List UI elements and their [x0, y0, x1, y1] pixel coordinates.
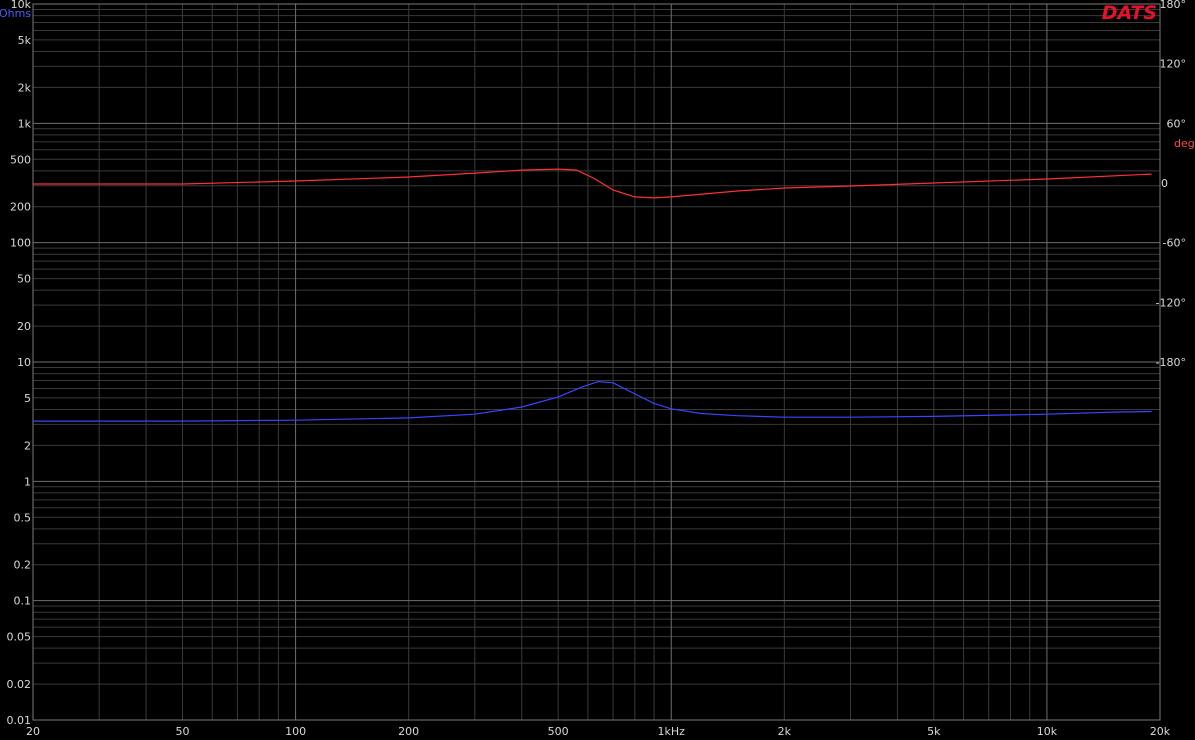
- plot-background: [0, 0, 1195, 740]
- y-left-tick-label: 0.5: [14, 511, 32, 524]
- x-tick-label: 10k: [1037, 725, 1058, 738]
- y-left-tick-label: 0.2: [14, 559, 32, 572]
- left-axis-unit-label: Ohms: [0, 7, 31, 20]
- y-right-tick-label: 0: [1161, 177, 1168, 190]
- x-tick-label: 200: [398, 725, 419, 738]
- x-tick-label: 20: [26, 725, 40, 738]
- y-left-tick-label: 0.05: [7, 631, 32, 644]
- y-left-tick-label: 0.02: [7, 678, 32, 691]
- x-tick-label: 2k: [778, 725, 792, 738]
- x-tick-label: 50: [175, 725, 189, 738]
- y-left-tick-label: 500: [10, 153, 31, 166]
- x-tick-label: 1kHz: [658, 725, 686, 738]
- y-left-tick-label: 50: [17, 273, 31, 286]
- y-right-tick-label: -180°: [1156, 356, 1186, 369]
- y-right-tick-label: 120°: [1160, 58, 1187, 71]
- y-right-tick-label: 180°: [1160, 0, 1187, 11]
- y-right-tick-label: -120°: [1156, 296, 1186, 309]
- dats-brand-logo: DATS: [1102, 2, 1157, 24]
- y-left-tick-label: 1k: [18, 117, 32, 130]
- impedance-phase-chart: 0.010.020.050.10.20.51251020501002005001…: [0, 0, 1195, 740]
- y-left-tick-label: 100: [10, 237, 31, 250]
- y-left-tick-label: 2: [24, 439, 31, 452]
- y-left-tick-label: 0.1: [14, 595, 32, 608]
- x-tick-label: 500: [548, 725, 569, 738]
- x-tick-label: 20k: [1150, 725, 1171, 738]
- y-right-tick-label: -60°: [1163, 237, 1186, 250]
- y-left-tick-label: 2k: [18, 81, 32, 94]
- y-left-tick-label: 5: [24, 392, 31, 405]
- right-axis-unit-label: deg: [1174, 137, 1195, 150]
- y-left-tick-label: 200: [10, 201, 31, 214]
- x-tick-label: 5k: [927, 725, 941, 738]
- y-right-tick-label: 60°: [1167, 117, 1187, 130]
- x-tick-label: 100: [285, 725, 306, 738]
- y-left-tick-label: 5k: [18, 34, 32, 47]
- y-left-tick-label: 10: [17, 356, 31, 369]
- y-left-tick-label: 1: [24, 475, 31, 488]
- y-left-tick-label: 20: [17, 320, 31, 333]
